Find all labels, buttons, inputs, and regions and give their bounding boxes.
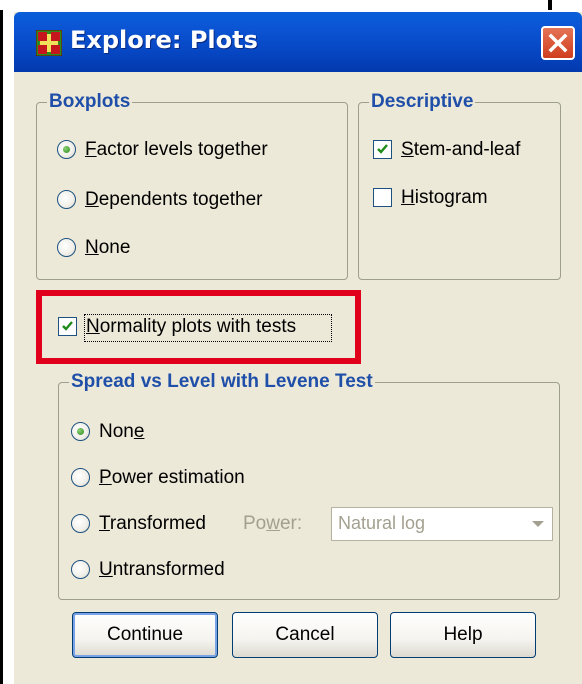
dependents-together-label: Dependents together [85,189,263,210]
chevron-down-icon[interactable] [532,521,544,527]
transformed-label: Transformed [99,513,207,534]
histogram-label: Histogram [401,187,488,208]
spread-none-label: None [99,421,145,442]
transformed-radio[interactable] [71,514,90,533]
continue-button[interactable]: Continue [72,612,218,658]
title-bar[interactable]: Explore: Plots [14,12,582,72]
red-highlight-annotation [36,290,361,364]
power-label: Power: [243,513,303,534]
descriptive-group: Descriptive Stem-and-leaf Histogram [358,91,561,280]
stem-and-leaf-checkbox[interactable] [373,140,392,159]
close-icon [548,33,568,53]
factor-levels-radio[interactable] [57,140,76,159]
dependents-together-radio[interactable] [57,190,76,209]
stem-and-leaf-label: Stem-and-leaf [401,139,521,160]
window-edge-line [0,0,3,684]
untransformed-label: Untransformed [99,559,225,580]
power-estimation-radio[interactable] [71,468,90,487]
check-icon [377,144,388,154]
spread-vs-level-group: Spread vs Level with Levene Test None Po… [58,371,560,600]
factor-levels-label: Factor levels together [85,139,268,160]
window-title: Explore: Plots [70,26,258,54]
boxplots-group: Boxplots Factor levels together Dependen… [36,91,348,280]
spss-app-icon [36,30,62,56]
histogram-checkbox[interactable] [373,188,392,207]
descriptive-legend: Descriptive [369,91,476,113]
spread-vs-level-legend: Spread vs Level with Levene Test [69,371,375,393]
background-mark [548,0,552,10]
power-dropdown[interactable]: Natural log [331,507,553,541]
boxplots-none-label: None [85,237,131,258]
power-estimation-label: Power estimation [99,467,245,488]
power-dropdown-value: Natural log [338,513,426,533]
boxplots-none-radio[interactable] [57,238,76,257]
explore-plots-dialog: Explore: Plots Boxplots Factor levels to… [14,12,582,684]
untransformed-radio[interactable] [71,560,90,579]
cancel-button[interactable]: Cancel [232,612,378,658]
boxplots-legend: Boxplots [47,91,133,113]
help-button[interactable]: Help [390,612,536,658]
close-button[interactable] [541,26,575,60]
background-window-strip [0,0,582,10]
spread-none-radio[interactable] [71,422,90,441]
